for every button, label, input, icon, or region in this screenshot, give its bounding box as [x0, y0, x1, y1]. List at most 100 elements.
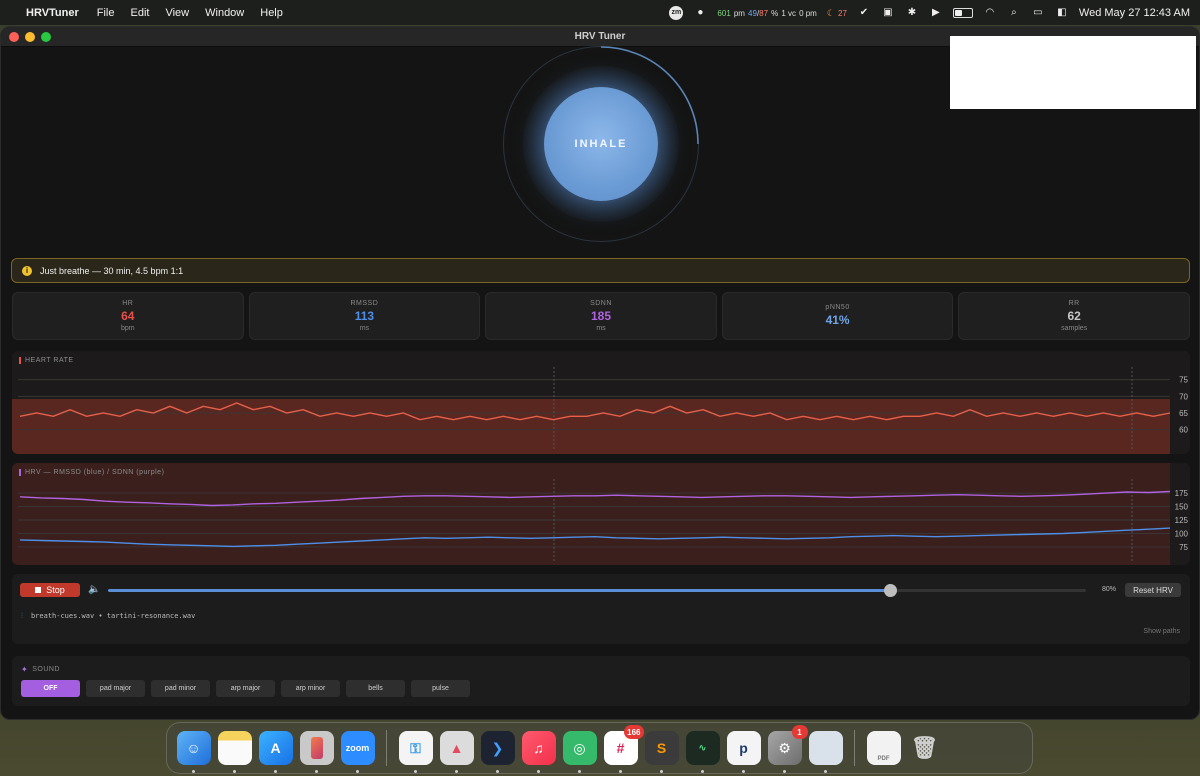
stat-0pm: 0 pm	[799, 8, 817, 18]
running-indicator	[314, 770, 318, 773]
display-icon[interactable]: ▭	[1031, 6, 1045, 20]
y-tick-label: 100	[1175, 529, 1189, 538]
sound-option-pulse[interactable]: pulse	[411, 680, 470, 697]
zoom-icon[interactable]: zoom	[340, 731, 375, 773]
stop-button[interactable]: Stop	[20, 583, 80, 597]
sound-option-bells[interactable]: bells	[346, 680, 405, 697]
battery-icon[interactable]	[952, 7, 973, 18]
volume-slider-fill	[108, 589, 891, 592]
menu-window[interactable]: Window	[205, 7, 244, 19]
finder-icon[interactable]: ☺	[176, 731, 211, 773]
checkmark-status-icon[interactable]: ✔	[857, 6, 871, 20]
activity-monitor-icon[interactable]: ∿	[685, 731, 720, 773]
sound-option-arp-minor[interactable]: arp minor	[281, 680, 340, 697]
stat-label: RR	[1068, 300, 1080, 307]
stat-value: 41%	[825, 312, 850, 327]
zoom-status-icon[interactable]: zm	[669, 5, 684, 20]
stop-label: Stop	[46, 585, 65, 595]
menu-file[interactable]: File	[97, 7, 115, 19]
play-status-icon[interactable]: ▶	[929, 6, 943, 20]
sound-option-off[interactable]: OFF	[21, 680, 80, 697]
prompt-icon[interactable]: ❯	[480, 731, 515, 773]
menu-help[interactable]: Help	[260, 7, 283, 19]
minimize-window-button[interactable]	[25, 32, 35, 42]
stat-unit: ms	[596, 325, 606, 332]
menu-app-name[interactable]: HRVTuner	[26, 7, 79, 19]
wifi-icon[interactable]: ◠	[983, 6, 997, 20]
close-window-button[interactable]	[9, 32, 19, 42]
affinity-icon[interactable]: ▲	[439, 731, 474, 773]
y-tick-label: 75	[1179, 376, 1188, 385]
p-app-status-icon[interactable]: ▣	[881, 6, 895, 20]
sparkle-icon: ✦	[21, 665, 29, 674]
system-settings-icon[interactable]: ⚙ 1	[767, 725, 808, 773]
app-store-icon[interactable]: A	[258, 731, 293, 773]
stat-label: pNN50	[825, 303, 850, 311]
reset-hrv-button[interactable]: Reset HRV	[1125, 583, 1181, 597]
stat-value: 64	[121, 309, 135, 323]
audio-files-text: breath-cues.wav • tartini-resonance.wav	[30, 612, 196, 620]
show-paths-link[interactable]: Show paths	[1143, 628, 1180, 635]
stop-icon	[35, 587, 42, 593]
spotlight-search-icon[interactable]: ⌕	[1007, 6, 1021, 20]
running-indicator	[782, 770, 786, 773]
sound-option-pad-minor[interactable]: pad minor	[151, 680, 210, 697]
maximize-window-button[interactable]	[41, 32, 51, 42]
stat-unit: samples	[1061, 325, 1088, 332]
sound-panel: ✦ SOUND OFF pad major pad minor arp majo…	[12, 656, 1190, 706]
moon-icon: ☾	[826, 7, 835, 18]
menu-clock[interactable]: Wed May 27 12:43 AM	[1079, 7, 1190, 19]
volume-slider-knob[interactable]	[884, 584, 898, 597]
heart-rate-chart-title: HEART RATE	[19, 357, 74, 364]
stat-value: 185	[590, 309, 611, 323]
speaker-icon: 🔈	[88, 584, 101, 595]
chart-area-fill	[12, 399, 1170, 454]
music-icon[interactable]: ♫	[521, 731, 556, 773]
find-my-icon[interactable]: ◎	[562, 731, 597, 773]
system-stats[interactable]: 601 pm 49/87 % 1 vc 0 pm	[717, 7, 816, 19]
volume-slider[interactable]	[108, 584, 1086, 597]
control-center-icon[interactable]: ◧	[1055, 6, 1069, 20]
running-indicator	[413, 770, 417, 773]
audio-panel: Stop 🔈 80% Reset HRV ⫶ breath-cues.wav •…	[12, 574, 1190, 644]
settings-badge: 1	[791, 725, 808, 739]
chart-area-fill	[12, 463, 1170, 565]
session-banner: i Just breathe — 30 min, 4.5 bpm 1:1	[11, 258, 1190, 283]
running-indicator	[536, 770, 540, 773]
pdf-document-icon[interactable]: PDF	[866, 731, 901, 765]
stat-unit: ms	[359, 325, 370, 332]
menu-view[interactable]: View	[165, 7, 189, 19]
sound-option-arp-major[interactable]: arp major	[216, 680, 275, 697]
stat-card-rr: RR 62 samples	[958, 292, 1190, 340]
stat-red: 87	[759, 8, 769, 18]
running-indicator	[741, 770, 745, 773]
audio-files: ⫶ breath-cues.wav • tartini-resonance.wa…	[21, 612, 195, 621]
hrv-chart: 1751501251007512:38 AM12:43 AM HRV — RMS…	[12, 463, 1190, 565]
notes-icon[interactable]	[217, 731, 252, 773]
stat-card-sdnn: SDNN 185 ms	[485, 292, 717, 340]
night-shift-status[interactable]: ☾ 27	[827, 7, 847, 19]
running-indicator	[454, 770, 458, 773]
iphone-mirroring-icon[interactable]	[299, 731, 334, 773]
y-tick-label: 175	[1175, 489, 1189, 498]
moon-count: 27	[838, 8, 847, 18]
heart-rate-plot: 7570656012:38 AM12:43 AM	[12, 367, 1189, 454]
zoom-icon-label: zoom	[345, 743, 370, 753]
user-status-icon[interactable]: ●	[693, 6, 707, 20]
p-app-icon[interactable]: p	[726, 731, 761, 773]
menu-edit[interactable]: Edit	[131, 7, 150, 19]
passwords-icon[interactable]: ⚿	[398, 731, 433, 773]
sound-option-pad-major[interactable]: pad major	[86, 680, 145, 697]
y-tick-label: 60	[1179, 426, 1188, 435]
running-indicator	[700, 770, 704, 773]
trash-icon[interactable]: 🗑	[908, 731, 942, 765]
preview-icon[interactable]	[808, 731, 843, 773]
heart-rate-title-text: HEART RATE	[25, 357, 74, 364]
app-window: HRV Tuner INHALE i Just breathe — 30 min…	[0, 26, 1200, 720]
window-title: HRV Tuner	[574, 31, 626, 42]
slack-badge: 166	[624, 725, 644, 739]
sublime-text-icon[interactable]: S	[644, 731, 679, 773]
slack-icon[interactable]: #166	[603, 725, 644, 773]
running-indicator	[191, 770, 195, 773]
bluetooth-icon[interactable]: ✱	[905, 6, 919, 20]
